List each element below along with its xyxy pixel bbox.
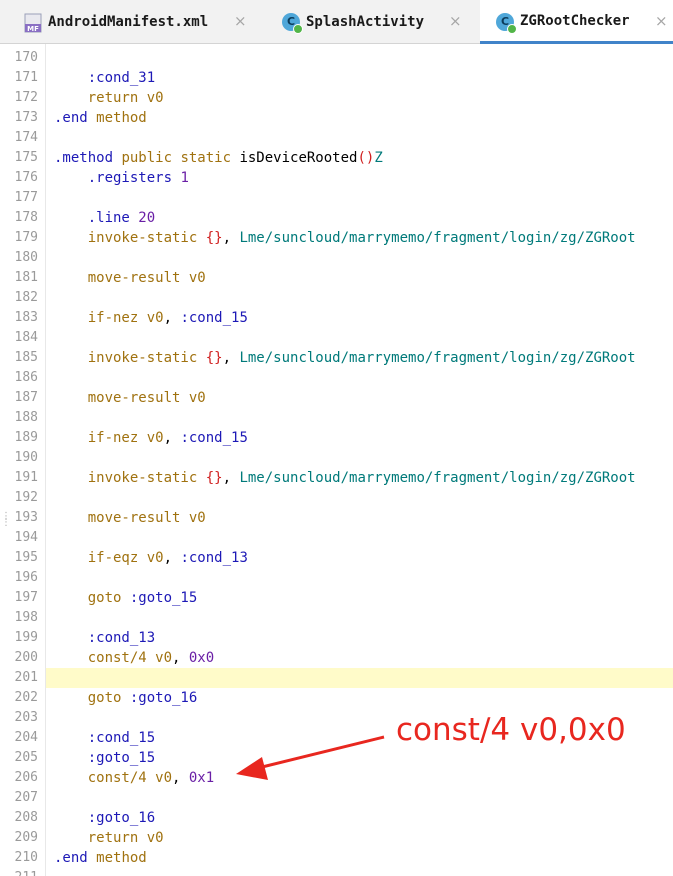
- arrow-head: [236, 757, 268, 780]
- annotation-label: const/4 v0,0x0: [396, 712, 626, 748]
- arrow-shaft: [257, 735, 385, 770]
